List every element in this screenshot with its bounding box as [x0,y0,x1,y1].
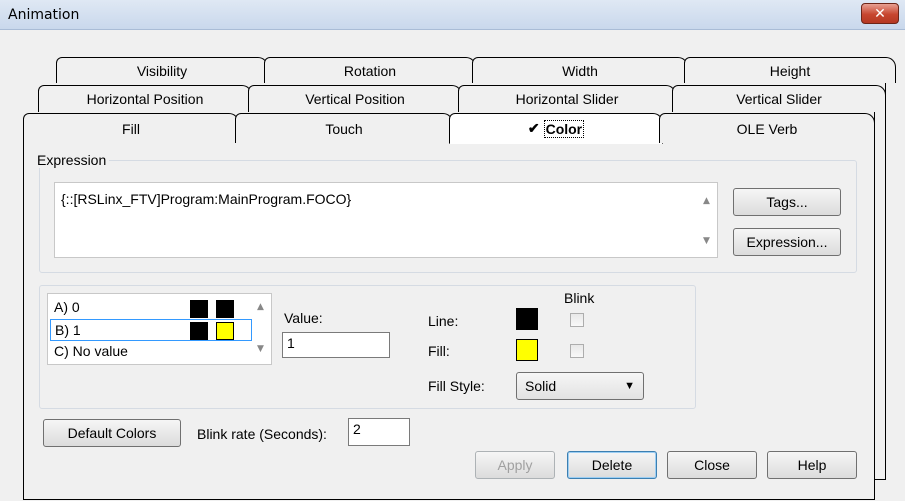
tab-height[interactable]: Height [684,57,896,83]
delete-button[interactable]: Delete [567,451,657,479]
tab-touch[interactable]: Touch [235,113,453,143]
state-a-line-swatch [190,300,208,318]
state-list[interactable]: A) 0 B) 1 C) No value ▲ ▼ [47,293,272,365]
value-label: Value: [284,310,323,326]
expression-button[interactable]: Expression... [733,228,841,256]
line-color-swatch[interactable] [516,308,538,330]
tab-label: Horizontal Slider [515,91,619,107]
tab-label: Vertical Slider [736,91,822,107]
tab-rotation[interactable]: Rotation [264,57,476,83]
title-bar: Animation ✕ [0,0,905,30]
state-b-line-swatch [190,322,208,340]
tab-vertical-slider[interactable]: Vertical Slider [672,85,886,112]
blink-rate-text: 2 [353,421,361,437]
tab-color[interactable]: ✔ Color [449,113,663,144]
list-item-label: A) 0 [54,299,80,315]
fill-blink-checkbox[interactable] [570,344,584,358]
expression-text: {::[RSLinx_FTV]Program:MainProgram.FOCO} [61,191,352,207]
tab-width[interactable]: Width [472,57,688,83]
list-item-label: B) 1 [55,322,81,338]
scroll-up-icon[interactable]: ▲ [252,302,269,312]
close-button[interactable]: Close [667,451,757,479]
default-colors-label: Default Colors [67,425,157,441]
tab-horizontal-position[interactable]: Horizontal Position [38,85,252,112]
tab-ole-verb[interactable]: OLE Verb [659,113,875,143]
state-a-fill-swatch [216,300,234,318]
tags-button[interactable]: Tags... [733,188,841,216]
tab-label: Fill [122,120,140,137]
close-icon: ✕ [874,5,886,22]
tab-fill[interactable]: Fill [23,113,239,143]
list-item[interactable]: C) No value [50,341,252,363]
help-button[interactable]: Help [767,451,857,479]
tab-label: Vertical Position [305,91,405,107]
scroll-up-icon[interactable]: ▲ [698,196,715,206]
close-label: Close [694,457,730,473]
check-icon: ✔ [527,120,540,136]
chevron-down-icon: ▼ [624,380,635,392]
tab-label: Rotation [343,62,397,79]
blink-rate-input[interactable]: 2 [348,418,410,446]
tab-label: Horizontal Position [86,91,204,107]
tab-label: Color [543,119,585,138]
tab-label: Height [769,62,811,79]
list-item-label: C) No value [54,343,128,359]
fill-label: Fill: [428,343,450,359]
expression-group-label: Expression [34,152,110,168]
state-b-fill-swatch [216,322,234,340]
fill-style-label: Fill Style: [428,378,485,394]
help-label: Help [797,457,827,473]
expression-button-label: Expression... [746,234,828,250]
tab-vertical-position[interactable]: Vertical Position [248,85,462,112]
apply-button[interactable]: Apply [475,451,555,479]
value-input[interactable]: 1 [282,332,390,358]
tab-visibility[interactable]: Visibility [56,57,268,83]
fill-style-value: Solid [525,378,557,394]
tab-label: Width [562,62,598,79]
line-label: Line: [428,313,459,329]
tab-label: Visibility [136,62,188,79]
value-input-text: 1 [287,335,295,351]
tags-button-label: Tags... [766,194,808,210]
delete-label: Delete [591,457,633,473]
blink-label: Blink [564,290,595,306]
animation-dialog: Animation ✕ Visibility Rotation Width He… [0,0,905,501]
expression-field[interactable]: {::[RSLinx_FTV]Program:MainProgram.FOCO} [54,182,718,258]
blink-rate-label: Blink rate (Seconds): [197,426,327,442]
close-window-button[interactable]: ✕ [861,3,899,24]
tab-label: OLE Verb [736,120,798,137]
scroll-down-icon[interactable]: ▼ [252,344,269,354]
line-blink-checkbox[interactable] [570,313,584,327]
fill-style-select[interactable]: Solid ▼ [516,372,644,400]
scroll-down-icon[interactable]: ▼ [698,236,715,246]
tab-horizontal-slider[interactable]: Horizontal Slider [458,85,676,112]
apply-label: Apply [497,457,533,473]
tab-label: Touch [325,120,363,137]
window-title: Animation [8,7,80,23]
default-colors-button[interactable]: Default Colors [43,419,181,447]
fill-color-swatch[interactable] [516,339,538,361]
